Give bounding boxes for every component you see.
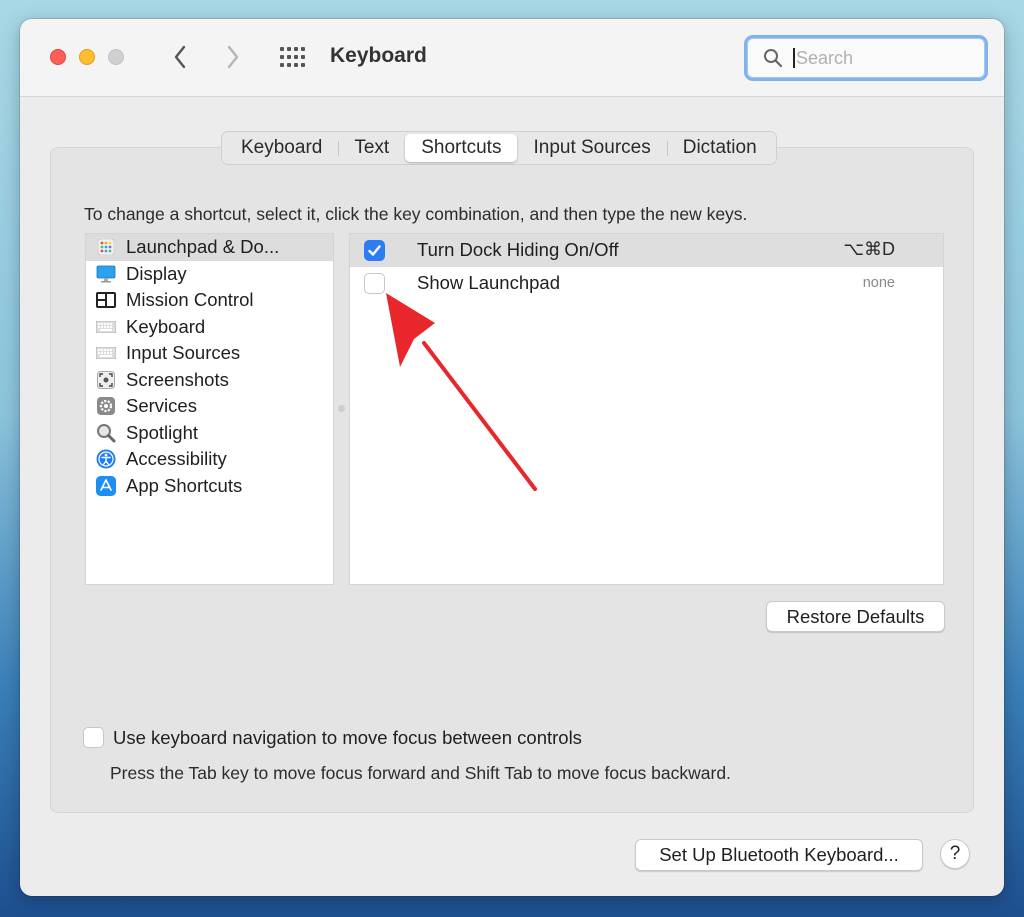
tab-shortcuts[interactable]: Shortcuts (405, 134, 518, 162)
search-icon (764, 49, 783, 68)
shortcut-checkbox[interactable] (364, 240, 385, 261)
search-field[interactable]: Search (744, 35, 988, 81)
category-services[interactable]: Services (86, 393, 333, 420)
category-keyboard[interactable]: Keyboard (86, 314, 333, 341)
category-label: Services (126, 395, 197, 417)
setup-bluetooth-keyboard-button[interactable]: Set Up Bluetooth Keyboard... (635, 839, 923, 871)
tab-keyboard[interactable]: Keyboard (225, 134, 338, 162)
title-bar: Keyboard Search (20, 19, 1004, 97)
tab-dictation[interactable]: Dictation (666, 134, 773, 162)
shortcut-keys[interactable]: none (863, 275, 895, 291)
screenshot-icon (96, 370, 116, 390)
category-label: App Shortcuts (126, 474, 243, 496)
magnifier-icon (96, 423, 116, 443)
back-button[interactable] (165, 41, 195, 73)
category-launchpad-dock[interactable]: Launchpad & Do... (86, 234, 333, 261)
instruction-text: To change a shortcut, select it, click t… (84, 204, 748, 224)
category-label: Input Sources (126, 342, 241, 364)
gear-icon (96, 396, 116, 416)
category-label: Mission Control (126, 289, 254, 311)
keyboard-icon (96, 317, 116, 337)
close-button[interactable] (50, 49, 66, 65)
zoom-button[interactable] (108, 49, 124, 65)
forward-button[interactable] (218, 41, 248, 73)
launchpad-icon (96, 237, 116, 257)
shortcut-keys[interactable]: ⌥⌘D (843, 239, 895, 260)
shortcut-label: Show Launchpad (417, 272, 560, 293)
category-label: Accessibility (126, 448, 227, 470)
tab-bar: Keyboard Text Shortcuts Input Sources Di… (221, 131, 777, 165)
display-icon (96, 264, 116, 284)
shortcut-category-list: Launchpad & Do... Display Mission Contro… (85, 233, 334, 585)
category-label: Keyboard (126, 315, 206, 337)
checkmark-icon (368, 245, 381, 256)
window-title: Keyboard (330, 44, 427, 67)
app-store-icon (96, 475, 116, 496)
help-button[interactable]: ? (940, 839, 970, 869)
category-app-shortcuts[interactable]: App Shortcuts (86, 473, 333, 500)
category-accessibility[interactable]: Accessibility (86, 446, 333, 473)
accessibility-icon (96, 449, 116, 469)
category-label: Screenshots (126, 368, 229, 390)
split-view-divider[interactable] (338, 405, 345, 412)
shortcut-checkbox[interactable] (364, 273, 385, 294)
category-label: Launchpad & Do... (126, 236, 280, 258)
category-input-sources[interactable]: Input Sources (86, 340, 333, 367)
tab-input-sources[interactable]: Input Sources (517, 134, 666, 162)
shortcut-row[interactable]: Turn Dock Hiding On/Off ⌥⌘D (350, 234, 943, 267)
preferences-window: Keyboard Search Keyboard Text Shortcuts … (20, 19, 1004, 896)
shortcut-label: Turn Dock Hiding On/Off (417, 239, 619, 260)
minimize-button[interactable] (79, 49, 95, 65)
tab-text[interactable]: Text (338, 134, 405, 162)
keyboard-navigation-label: Use keyboard navigation to move focus be… (113, 727, 582, 748)
restore-defaults-button[interactable]: Restore Defaults (766, 601, 945, 632)
category-mission-control[interactable]: Mission Control (86, 287, 333, 314)
keyboard-navigation-checkbox[interactable] (83, 727, 104, 748)
chevron-left-icon (174, 45, 186, 69)
search-placeholder: Search (796, 48, 854, 68)
category-label: Display (126, 262, 187, 284)
grid-icon (280, 47, 305, 67)
text-caret (793, 48, 795, 68)
category-spotlight[interactable]: Spotlight (86, 420, 333, 447)
show-all-button[interactable] (278, 45, 308, 71)
mission-control-icon (96, 290, 116, 310)
category-screenshots[interactable]: Screenshots (86, 367, 333, 394)
category-display[interactable]: Display (86, 261, 333, 288)
annotation-arrow (386, 293, 537, 491)
category-label: Spotlight (126, 421, 198, 443)
chevron-right-icon (227, 45, 239, 69)
keyboard-navigation-hint: Press the Tab key to move focus forward … (110, 763, 731, 783)
keyboard-icon (96, 343, 116, 363)
